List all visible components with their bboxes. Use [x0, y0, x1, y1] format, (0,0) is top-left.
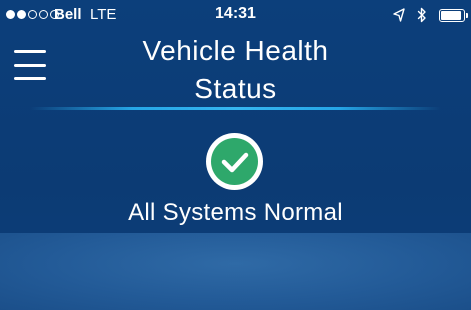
app-screen: Bell LTE 14:31 Vehicle Health Status All… — [0, 0, 471, 310]
check-circle-fill — [211, 138, 258, 185]
checkmark-icon — [221, 152, 248, 172]
page-title-line1: Vehicle Health — [142, 35, 329, 66]
page-title-line2: Status — [194, 73, 277, 104]
hamburger-menu-icon[interactable] — [14, 50, 46, 80]
health-status-text: All Systems Normal — [128, 199, 343, 226]
status-bar: Bell LTE 14:31 — [0, 0, 471, 30]
header-divider — [30, 107, 441, 110]
menu-bar — [14, 63, 46, 67]
menu-bar — [14, 50, 46, 53]
battery-icon — [439, 8, 468, 22]
menu-bar — [14, 77, 46, 80]
page-title: Vehicle Health Status — [70, 32, 401, 108]
battery-level — [441, 10, 461, 20]
check-circle-icon — [206, 133, 263, 190]
location-arrow-icon — [393, 8, 405, 22]
bluetooth-icon — [417, 7, 426, 23]
lower-content-panel — [0, 233, 471, 310]
status-icons — [393, 7, 468, 23]
